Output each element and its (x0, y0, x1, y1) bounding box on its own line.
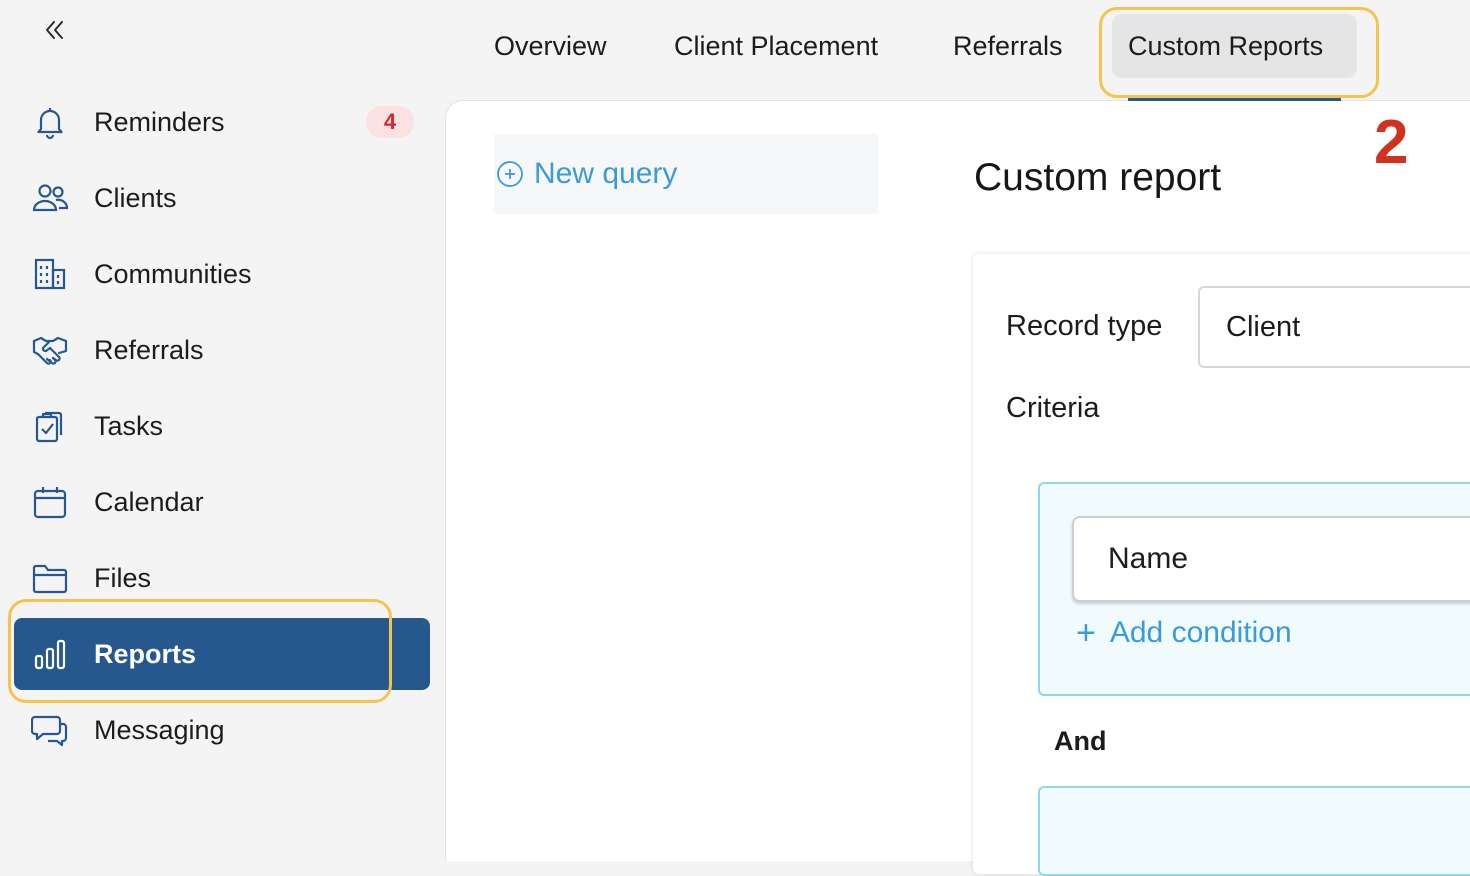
sidebar-item-tasks[interactable]: Tasks (14, 390, 430, 462)
folder-icon (30, 558, 70, 598)
criteria-field-select[interactable]: Name (1072, 516, 1470, 602)
building-icon (30, 254, 70, 294)
sidebar-item-communities[interactable]: Communities (14, 238, 430, 310)
and-separator-label: And (1054, 726, 1107, 756)
tab-overview[interactable]: Overview (478, 14, 623, 78)
sidebar-item-label: Referrals (94, 334, 204, 365)
new-query-button[interactable]: New query (494, 134, 878, 214)
sidebar-item-label: Tasks (94, 410, 164, 441)
sidebar-item-clients[interactable]: Clients (14, 162, 430, 234)
bar-chart-icon (30, 634, 70, 674)
plus-icon: + (1076, 614, 1096, 652)
bell-icon (30, 102, 70, 142)
calendar-icon (30, 482, 70, 522)
record-type-label: Record type (1006, 310, 1163, 342)
criteria-field-value: Name (1108, 542, 1189, 575)
sidebar-item-label: Reminders (94, 106, 225, 137)
add-condition-button[interactable]: + Add condition (1076, 616, 1292, 650)
record-type-value: Client (1226, 310, 1301, 343)
sidebar-item-label: Communities (94, 258, 252, 289)
sidebar-item-files[interactable]: Files (14, 542, 430, 614)
collapse-sidebar-button[interactable] (36, 12, 72, 48)
criteria-group-2 (1038, 786, 1470, 876)
plus-circle-icon (496, 160, 524, 188)
sidebar-item-label: Files (94, 562, 152, 593)
double-chevron-left-icon (46, 21, 63, 39)
handshake-icon (30, 330, 70, 370)
add-condition-label: Add condition (1109, 616, 1292, 649)
tab-referrals[interactable]: Referrals (937, 14, 1079, 78)
users-icon (30, 178, 70, 218)
reminders-count-badge: 4 (366, 106, 414, 138)
active-tab-indicator (1128, 97, 1341, 101)
record-type-select[interactable]: Client (1198, 286, 1470, 368)
tab-client-placement[interactable]: Client Placement (658, 14, 894, 78)
page-title: Custom report (974, 156, 1222, 199)
sidebar-item-reminders[interactable]: Reminders 4 (14, 86, 430, 158)
sidebar-item-referrals[interactable]: Referrals (14, 314, 430, 386)
criteria-label: Criteria (1006, 392, 1100, 424)
annotation-step-2: 2 (1374, 108, 1409, 177)
sidebar-item-calendar[interactable]: Calendar (14, 466, 430, 538)
sidebar-item-reports[interactable]: Reports (14, 618, 430, 690)
sidebar-item-label: Calendar (94, 486, 204, 517)
new-query-label: New query (534, 157, 678, 190)
clipboard-check-icon (30, 406, 70, 446)
sidebar-item-label: Clients (94, 182, 177, 213)
sidebar-item-label: Messaging (94, 714, 225, 745)
chat-bubbles-icon (30, 710, 70, 750)
tab-custom-reports[interactable]: Custom Reports (1112, 14, 1357, 78)
sidebar-item-label: Reports (94, 638, 197, 669)
sidebar-item-messaging[interactable]: Messaging (14, 694, 430, 766)
